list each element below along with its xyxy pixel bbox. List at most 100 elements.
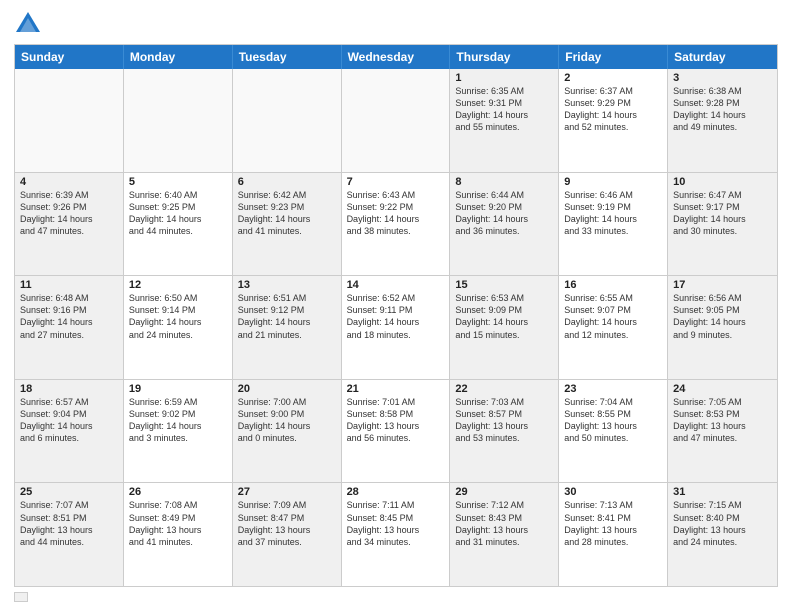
day-number: 8: [455, 176, 553, 188]
calendar-cell: [233, 69, 342, 172]
cell-text: Sunrise: 6:56 AM Sunset: 9:05 PM Dayligh…: [673, 292, 772, 341]
day-number: 25: [20, 486, 118, 498]
cell-text: Sunrise: 6:55 AM Sunset: 9:07 PM Dayligh…: [564, 292, 662, 341]
calendar-cell: 16Sunrise: 6:55 AM Sunset: 9:07 PM Dayli…: [559, 276, 668, 379]
day-number: 31: [673, 486, 772, 498]
day-number: 14: [347, 279, 445, 291]
calendar: SundayMondayTuesdayWednesdayThursdayFrid…: [14, 44, 778, 587]
calendar-row: 18Sunrise: 6:57 AM Sunset: 9:04 PM Dayli…: [15, 380, 777, 484]
day-number: 5: [129, 176, 227, 188]
day-number: 22: [455, 383, 553, 395]
calendar-cell: 30Sunrise: 7:13 AM Sunset: 8:41 PM Dayli…: [559, 483, 668, 586]
calendar-body: 1Sunrise: 6:35 AM Sunset: 9:31 PM Daylig…: [15, 69, 777, 586]
cell-text: Sunrise: 6:43 AM Sunset: 9:22 PM Dayligh…: [347, 189, 445, 238]
day-number: 10: [673, 176, 772, 188]
cell-text: Sunrise: 7:08 AM Sunset: 8:49 PM Dayligh…: [129, 499, 227, 548]
calendar-cell: 12Sunrise: 6:50 AM Sunset: 9:14 PM Dayli…: [124, 276, 233, 379]
cell-text: Sunrise: 7:09 AM Sunset: 8:47 PM Dayligh…: [238, 499, 336, 548]
calendar-cell: 29Sunrise: 7:12 AM Sunset: 8:43 PM Dayli…: [450, 483, 559, 586]
day-number: 7: [347, 176, 445, 188]
day-number: 12: [129, 279, 227, 291]
calendar-cell: [342, 69, 451, 172]
calendar-cell: 24Sunrise: 7:05 AM Sunset: 8:53 PM Dayli…: [668, 380, 777, 483]
calendar-cell: 4Sunrise: 6:39 AM Sunset: 9:26 PM Daylig…: [15, 173, 124, 276]
day-number: 3: [673, 72, 772, 84]
calendar-cell: [124, 69, 233, 172]
day-number: 26: [129, 486, 227, 498]
cell-text: Sunrise: 7:03 AM Sunset: 8:57 PM Dayligh…: [455, 396, 553, 445]
logo: [14, 10, 46, 38]
cell-text: Sunrise: 7:13 AM Sunset: 8:41 PM Dayligh…: [564, 499, 662, 548]
day-number: 30: [564, 486, 662, 498]
calendar-row: 4Sunrise: 6:39 AM Sunset: 9:26 PM Daylig…: [15, 173, 777, 277]
calendar-cell: 19Sunrise: 6:59 AM Sunset: 9:02 PM Dayli…: [124, 380, 233, 483]
day-number: 20: [238, 383, 336, 395]
cell-text: Sunrise: 6:53 AM Sunset: 9:09 PM Dayligh…: [455, 292, 553, 341]
calendar-cell: 20Sunrise: 7:00 AM Sunset: 9:00 PM Dayli…: [233, 380, 342, 483]
calendar-header-row: SundayMondayTuesdayWednesdayThursdayFrid…: [15, 45, 777, 69]
calendar-cell: 27Sunrise: 7:09 AM Sunset: 8:47 PM Dayli…: [233, 483, 342, 586]
day-number: 2: [564, 72, 662, 84]
day-number: 4: [20, 176, 118, 188]
calendar-cell: 23Sunrise: 7:04 AM Sunset: 8:55 PM Dayli…: [559, 380, 668, 483]
cell-text: Sunrise: 7:12 AM Sunset: 8:43 PM Dayligh…: [455, 499, 553, 548]
page: SundayMondayTuesdayWednesdayThursdayFrid…: [0, 0, 792, 612]
day-number: 16: [564, 279, 662, 291]
legend-swatch: [14, 592, 28, 602]
calendar-row: 25Sunrise: 7:07 AM Sunset: 8:51 PM Dayli…: [15, 483, 777, 586]
day-number: 15: [455, 279, 553, 291]
calendar-cell: 26Sunrise: 7:08 AM Sunset: 8:49 PM Dayli…: [124, 483, 233, 586]
calendar-row: 11Sunrise: 6:48 AM Sunset: 9:16 PM Dayli…: [15, 276, 777, 380]
day-number: 29: [455, 486, 553, 498]
cell-text: Sunrise: 7:00 AM Sunset: 9:00 PM Dayligh…: [238, 396, 336, 445]
calendar-cell: 11Sunrise: 6:48 AM Sunset: 9:16 PM Dayli…: [15, 276, 124, 379]
calendar-cell: 22Sunrise: 7:03 AM Sunset: 8:57 PM Dayli…: [450, 380, 559, 483]
cell-text: Sunrise: 6:47 AM Sunset: 9:17 PM Dayligh…: [673, 189, 772, 238]
calendar-header-cell: Saturday: [668, 45, 777, 69]
cell-text: Sunrise: 7:15 AM Sunset: 8:40 PM Dayligh…: [673, 499, 772, 548]
calendar-cell: 17Sunrise: 6:56 AM Sunset: 9:05 PM Dayli…: [668, 276, 777, 379]
calendar-header-cell: Friday: [559, 45, 668, 69]
day-number: 1: [455, 72, 553, 84]
day-number: 19: [129, 383, 227, 395]
calendar-cell: 8Sunrise: 6:44 AM Sunset: 9:20 PM Daylig…: [450, 173, 559, 276]
cell-text: Sunrise: 6:44 AM Sunset: 9:20 PM Dayligh…: [455, 189, 553, 238]
cell-text: Sunrise: 7:01 AM Sunset: 8:58 PM Dayligh…: [347, 396, 445, 445]
cell-text: Sunrise: 6:37 AM Sunset: 9:29 PM Dayligh…: [564, 85, 662, 134]
calendar-cell: 13Sunrise: 6:51 AM Sunset: 9:12 PM Dayli…: [233, 276, 342, 379]
calendar-cell: 21Sunrise: 7:01 AM Sunset: 8:58 PM Dayli…: [342, 380, 451, 483]
calendar-row: 1Sunrise: 6:35 AM Sunset: 9:31 PM Daylig…: [15, 69, 777, 173]
cell-text: Sunrise: 6:51 AM Sunset: 9:12 PM Dayligh…: [238, 292, 336, 341]
calendar-cell: 5Sunrise: 6:40 AM Sunset: 9:25 PM Daylig…: [124, 173, 233, 276]
calendar-cell: 10Sunrise: 6:47 AM Sunset: 9:17 PM Dayli…: [668, 173, 777, 276]
day-number: 27: [238, 486, 336, 498]
cell-text: Sunrise: 7:07 AM Sunset: 8:51 PM Dayligh…: [20, 499, 118, 548]
calendar-cell: 15Sunrise: 6:53 AM Sunset: 9:09 PM Dayli…: [450, 276, 559, 379]
day-number: 9: [564, 176, 662, 188]
logo-icon: [14, 10, 42, 38]
day-number: 11: [20, 279, 118, 291]
day-number: 21: [347, 383, 445, 395]
calendar-cell: 31Sunrise: 7:15 AM Sunset: 8:40 PM Dayli…: [668, 483, 777, 586]
cell-text: Sunrise: 6:57 AM Sunset: 9:04 PM Dayligh…: [20, 396, 118, 445]
day-number: 6: [238, 176, 336, 188]
cell-text: Sunrise: 7:04 AM Sunset: 8:55 PM Dayligh…: [564, 396, 662, 445]
calendar-header-cell: Sunday: [15, 45, 124, 69]
cell-text: Sunrise: 7:11 AM Sunset: 8:45 PM Dayligh…: [347, 499, 445, 548]
cell-text: Sunrise: 6:50 AM Sunset: 9:14 PM Dayligh…: [129, 292, 227, 341]
header: [14, 10, 778, 38]
day-number: 13: [238, 279, 336, 291]
calendar-cell: 14Sunrise: 6:52 AM Sunset: 9:11 PM Dayli…: [342, 276, 451, 379]
calendar-cell: 25Sunrise: 7:07 AM Sunset: 8:51 PM Dayli…: [15, 483, 124, 586]
cell-text: Sunrise: 6:52 AM Sunset: 9:11 PM Dayligh…: [347, 292, 445, 341]
calendar-cell: [15, 69, 124, 172]
day-number: 23: [564, 383, 662, 395]
cell-text: Sunrise: 6:59 AM Sunset: 9:02 PM Dayligh…: [129, 396, 227, 445]
day-number: 24: [673, 383, 772, 395]
cell-text: Sunrise: 6:35 AM Sunset: 9:31 PM Dayligh…: [455, 85, 553, 134]
cell-text: Sunrise: 6:48 AM Sunset: 9:16 PM Dayligh…: [20, 292, 118, 341]
calendar-cell: 7Sunrise: 6:43 AM Sunset: 9:22 PM Daylig…: [342, 173, 451, 276]
day-number: 18: [20, 383, 118, 395]
calendar-header-cell: Thursday: [450, 45, 559, 69]
calendar-header-cell: Wednesday: [342, 45, 451, 69]
